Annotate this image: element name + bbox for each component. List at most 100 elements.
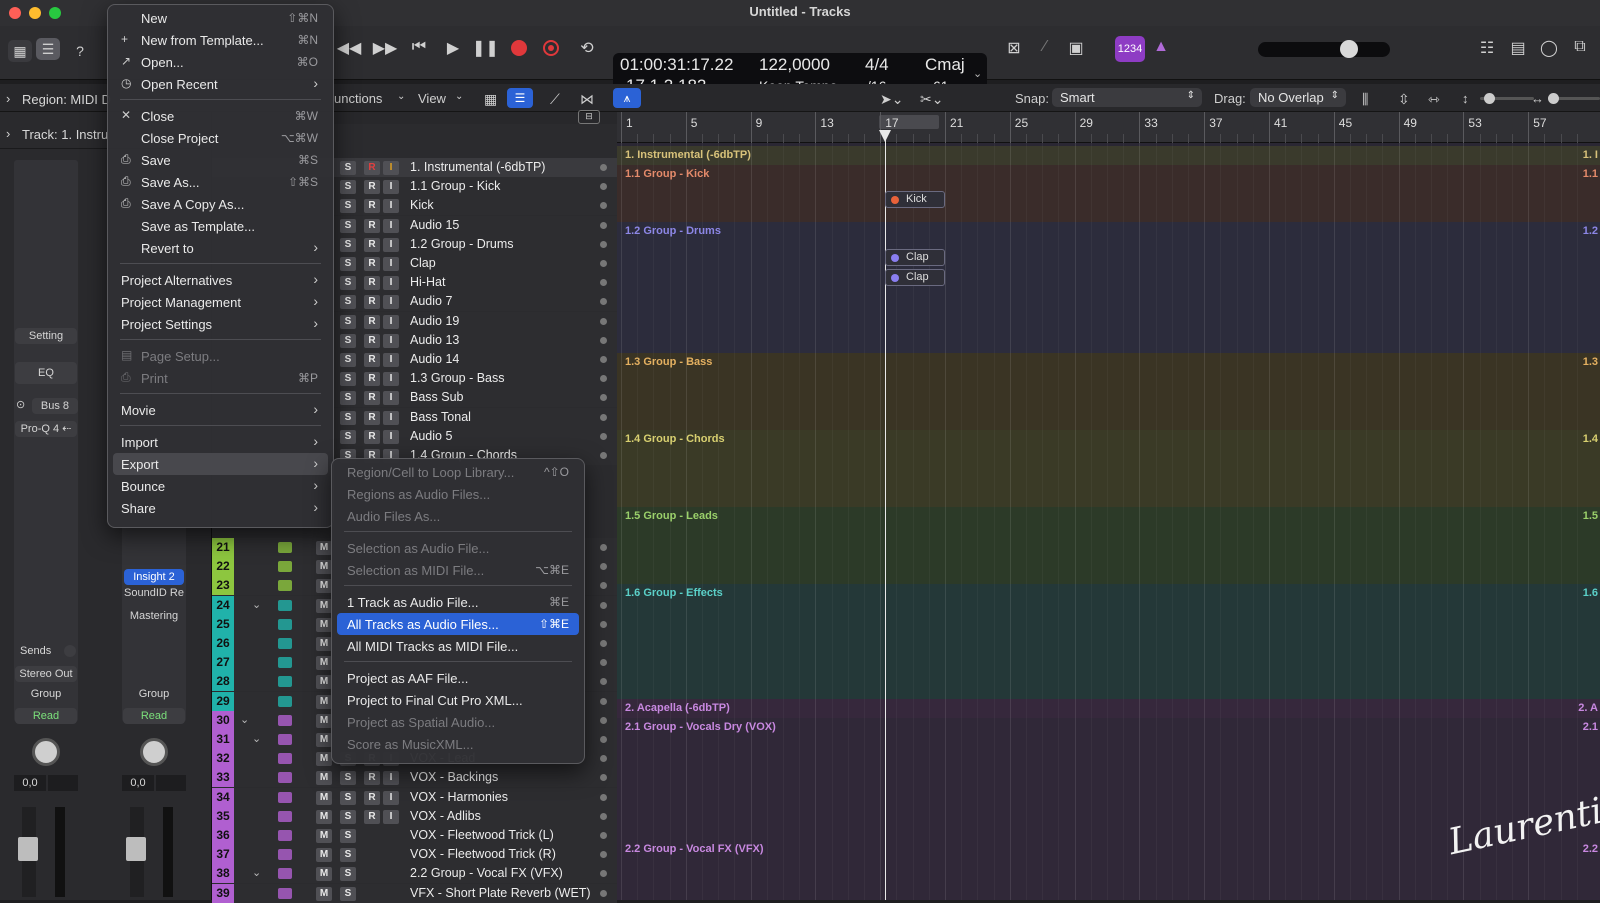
mute-button[interactable]: M bbox=[316, 829, 332, 843]
solo-button[interactable]: S bbox=[340, 237, 356, 252]
view-menu[interactable]: View bbox=[418, 91, 446, 106]
record-enable-button[interactable]: R bbox=[364, 353, 380, 367]
input-monitor-button[interactable]: I bbox=[383, 429, 399, 444]
solo-button[interactable]: S bbox=[340, 218, 356, 233]
region-inspector-label[interactable]: Region: MIDI D bbox=[22, 92, 111, 107]
menu-item-all-tracks-as-audio-files[interactable]: All Tracks as Audio Files... ⇧⌘E bbox=[337, 613, 579, 635]
solo-button[interactable]: S bbox=[340, 886, 356, 901]
menu-item-open-recent[interactable]: ◷ Open Recent › bbox=[113, 73, 328, 95]
pointer-tool-icon[interactable]: ➤⌄ bbox=[880, 91, 903, 108]
help-icon[interactable]: ? bbox=[68, 40, 92, 62]
group-label-1[interactable]: Group bbox=[15, 688, 77, 700]
insight-plugin-slot[interactable]: Insight 2 bbox=[124, 569, 184, 585]
track-lane[interactable]: 1.4 Group - Chords 1.4 bbox=[617, 430, 1600, 507]
menu-item-project-as-aaf-file[interactable]: Project as AAF File... bbox=[337, 667, 579, 689]
record-enable-button[interactable]: R bbox=[364, 295, 380, 310]
output-button[interactable]: Stereo Out bbox=[15, 666, 77, 682]
menu-item-share[interactable]: Share › bbox=[113, 497, 328, 519]
automation-icon[interactable]: ⟋ bbox=[550, 91, 560, 108]
mute-button[interactable]: M bbox=[316, 733, 332, 747]
track-row[interactable]: 36 M S VOX - Fleetwood Trick (L) bbox=[212, 826, 617, 845]
menu-item-open[interactable]: ↗ Open... ⌘O bbox=[113, 51, 328, 73]
input-monitor-button[interactable]: I bbox=[383, 257, 399, 271]
solo-button[interactable]: S bbox=[340, 790, 356, 805]
region-clap-2[interactable]: Clap bbox=[885, 269, 945, 286]
menu-item-project-management[interactable]: Project Management › bbox=[113, 291, 328, 313]
count-in-button[interactable]: 1234 bbox=[1115, 36, 1145, 62]
pan-knob-2[interactable] bbox=[140, 738, 168, 766]
waveform-zoom-icon[interactable]: ⫼ bbox=[1362, 91, 1368, 108]
track-row[interactable]: 35 M S R I VOX - Adlibs bbox=[212, 806, 617, 826]
mute-button[interactable]: M bbox=[316, 656, 332, 671]
setting-button[interactable]: Setting bbox=[15, 328, 77, 344]
mute-button[interactable]: M bbox=[316, 579, 332, 594]
solo-button[interactable]: S bbox=[340, 276, 356, 291]
inspector-toggle-icon[interactable]: ☰ bbox=[36, 38, 60, 60]
solo-button[interactable]: S bbox=[340, 867, 356, 882]
record-enable-button[interactable]: R bbox=[364, 429, 380, 444]
solo-button[interactable]: S bbox=[340, 372, 356, 387]
global-tracks-icon[interactable]: ⊟ bbox=[578, 110, 600, 124]
input-monitor-button[interactable]: I bbox=[383, 218, 399, 233]
solo-button[interactable]: S bbox=[340, 180, 356, 195]
track-inspector-label[interactable]: Track: 1. Instru bbox=[22, 127, 108, 142]
track-lane[interactable]: 1.1 Group - Kick 1.1 bbox=[617, 165, 1600, 222]
record-enable-button[interactable]: R bbox=[364, 790, 380, 805]
volume-fader-1[interactable] bbox=[18, 837, 38, 861]
rewind-icon[interactable]: ◀◀ bbox=[336, 38, 362, 58]
mute-button[interactable]: M bbox=[316, 541, 332, 555]
input-monitor-button[interactable]: I bbox=[383, 180, 399, 195]
folder-disclosure-icon[interactable]: ⌄ bbox=[252, 598, 261, 611]
mute-button[interactable]: M bbox=[316, 637, 332, 651]
sends-toggle[interactable] bbox=[64, 645, 76, 657]
notepad-icon[interactable]: ▤ bbox=[1505, 38, 1531, 58]
input-monitor-button[interactable]: I bbox=[383, 372, 399, 387]
grid-view-icon[interactable]: ▦ bbox=[484, 91, 497, 108]
record-enable-button[interactable]: R bbox=[364, 333, 380, 348]
track-lane[interactable]: 2. Acapella (-6dbTP) 2. A bbox=[617, 699, 1600, 718]
volume-fader-2[interactable] bbox=[126, 837, 146, 861]
input-monitor-button[interactable]: I bbox=[383, 410, 399, 425]
cycle-icon[interactable]: ⟲ bbox=[574, 38, 600, 58]
volume-value-2[interactable]: 0,0 bbox=[122, 775, 154, 791]
menu-item-bounce[interactable]: Bounce › bbox=[113, 475, 328, 497]
menu-item-new[interactable]: New ⇧⌘N bbox=[113, 7, 328, 29]
input-monitor-button[interactable]: I bbox=[383, 199, 399, 214]
mute-button[interactable]: M bbox=[316, 675, 332, 690]
solo-button[interactable]: S bbox=[340, 314, 356, 329]
solo-button[interactable]: S bbox=[340, 257, 356, 271]
soundid-plugin-slot[interactable]: SoundID Re bbox=[124, 585, 184, 601]
snap-select[interactable]: Smart ⇕ bbox=[1052, 88, 1202, 107]
mute-button[interactable]: M bbox=[316, 790, 332, 805]
track-lane[interactable]: 1. Instrumental (-6dbTP) 1. I bbox=[617, 146, 1600, 165]
mute-button[interactable]: M bbox=[316, 560, 332, 575]
play-icon[interactable]: ▶ bbox=[440, 38, 466, 58]
record-enable-button[interactable]: R bbox=[364, 199, 380, 214]
mute-button[interactable]: M bbox=[316, 867, 332, 882]
input-monitor-button[interactable]: I bbox=[383, 333, 399, 348]
horizontal-zoom-slider[interactable] bbox=[1548, 93, 1600, 104]
mute-button[interactable]: M bbox=[316, 617, 332, 632]
region-kick[interactable]: Kick bbox=[885, 191, 945, 208]
record-enable-button[interactable]: R bbox=[364, 314, 380, 329]
track-list-icon[interactable]: ☰ bbox=[507, 88, 533, 108]
input-monitor-button[interactable]: I bbox=[383, 237, 399, 252]
mute-button[interactable]: M bbox=[316, 809, 332, 824]
vertical-zoom-slider[interactable] bbox=[1480, 93, 1534, 104]
region-clap-1[interactable]: Clap bbox=[885, 249, 945, 266]
menu-item-new-from-template[interactable]: + New from Template... ⌘N bbox=[113, 29, 328, 51]
record-enable-button[interactable]: R bbox=[364, 180, 380, 195]
track-row[interactable]: 37 M S VOX - Fleetwood Trick (R) bbox=[212, 845, 617, 865]
input-monitor-button[interactable]: I bbox=[383, 353, 399, 367]
replace-record-icon[interactable] bbox=[543, 40, 559, 56]
menu-item-revert-to[interactable]: Revert to › bbox=[113, 237, 328, 259]
record-icon[interactable] bbox=[511, 40, 527, 56]
group-label-2[interactable]: Group bbox=[123, 688, 185, 700]
menu-item-export[interactable]: Export › bbox=[113, 453, 328, 475]
volume-value-1[interactable]: 0,0 bbox=[14, 775, 46, 791]
solo-button[interactable]: S bbox=[340, 848, 356, 863]
record-enable-button[interactable]: R bbox=[364, 391, 380, 406]
track-disclosure-icon[interactable]: › bbox=[6, 126, 10, 141]
loops-icon[interactable]: ◯ bbox=[1536, 38, 1562, 58]
input-monitor-button[interactable]: I bbox=[383, 809, 399, 824]
